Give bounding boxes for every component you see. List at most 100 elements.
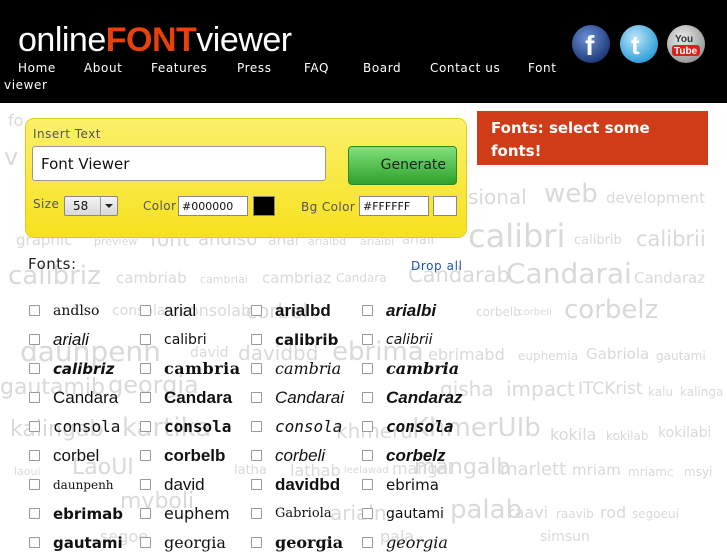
checkbox[interactable] <box>29 508 40 519</box>
cloud-tag[interactable]: raavi <box>508 503 548 522</box>
preview-text-input[interactable] <box>32 146 326 181</box>
cloud-tag[interactable]: kokilabi <box>658 425 711 441</box>
nav-faq[interactable]: FAQ <box>304 60 329 76</box>
checkbox[interactable] <box>362 479 373 490</box>
insert-text-label: Insert Text <box>33 127 102 141</box>
cloud-tag[interactable]: raavib <box>556 507 594 521</box>
checkbox[interactable] <box>29 334 40 345</box>
nav-font-viewer-1[interactable]: Font <box>528 60 557 76</box>
cloud-tag[interactable]: mriam <box>572 461 621 479</box>
cloud-tag[interactable]: kalinga <box>680 385 723 399</box>
cloud-tag[interactable]: Candara <box>336 271 387 285</box>
cloud-tag[interactable]: cambriaz <box>262 269 331 287</box>
cloud-tag[interactable]: v <box>4 143 18 171</box>
cloud-tag[interactable]: euphemia <box>518 349 578 363</box>
checkbox[interactable] <box>362 508 373 519</box>
nav-about[interactable]: About <box>84 60 122 76</box>
checkbox[interactable] <box>251 508 262 519</box>
checkbox[interactable] <box>29 479 40 490</box>
cloud-tag[interactable]: marlett <box>500 459 566 480</box>
cloud-tag[interactable]: kokilab <box>606 429 648 443</box>
checkbox[interactable] <box>362 537 373 548</box>
cloud-tag[interactable]: calibri <box>468 217 565 255</box>
cloud-tag[interactable]: fo <box>8 111 23 130</box>
checkbox[interactable] <box>251 537 262 548</box>
nav-font-viewer-2[interactable]: viewer <box>4 77 48 93</box>
checkbox[interactable] <box>140 508 151 519</box>
checkbox[interactable] <box>140 363 151 374</box>
twitter-icon[interactable]: t <box>618 24 660 64</box>
site-logo[interactable]: onlineFONTviewer <box>18 20 292 60</box>
checkbox[interactable] <box>140 537 151 548</box>
facebook-icon[interactable]: f <box>570 24 612 64</box>
color-swatch[interactable] <box>253 196 275 216</box>
cloud-tag[interactable]: web <box>544 179 598 209</box>
youtube-icon[interactable]: You Tube <box>665 24 707 64</box>
cloud-tag[interactable]: gautami <box>656 349 706 363</box>
cloud-tag[interactable]: rod <box>600 503 626 522</box>
cloud-tag[interactable]: corbelb <box>476 305 521 319</box>
color-input[interactable] <box>178 196 248 216</box>
checkbox[interactable] <box>362 305 373 316</box>
checkbox[interactable] <box>251 421 262 432</box>
checkbox[interactable] <box>251 363 262 374</box>
checkbox[interactable] <box>29 537 40 548</box>
bg-color-swatch[interactable] <box>433 196 457 216</box>
cloud-tag[interactable]: Gabriola <box>586 345 649 363</box>
cloud-tag[interactable]: impact <box>506 377 575 401</box>
cloud-tag[interactable]: simsun <box>540 529 590 545</box>
cloud-tag[interactable]: segoeui <box>632 507 679 521</box>
bg-color-input[interactable] <box>359 196 429 216</box>
font-name: arialbi <box>386 301 437 320</box>
checkbox[interactable] <box>140 479 151 490</box>
cloud-tag[interactable]: corbeli <box>518 307 552 318</box>
checkbox[interactable] <box>362 334 373 345</box>
font-name: davidbd <box>275 475 341 494</box>
checkbox[interactable] <box>29 450 40 461</box>
checkbox[interactable] <box>140 450 151 461</box>
cloud-tag[interactable]: Candarai <box>506 257 632 290</box>
checkbox[interactable] <box>29 363 40 374</box>
generate-button[interactable]: Generate <box>348 146 457 185</box>
nav-features[interactable]: Features <box>151 60 207 76</box>
cloud-tag[interactable]: cambriai <box>200 273 248 286</box>
cloud-tag[interactable]: mriamc <box>628 465 674 479</box>
cloud-tag[interactable]: laoui <box>14 465 41 478</box>
cloud-tag[interactable]: cambriab <box>116 269 187 287</box>
checkbox[interactable] <box>251 305 262 316</box>
cloud-tag[interactable]: kokila <box>550 425 596 444</box>
cloud-tag[interactable]: kalu <box>648 385 673 399</box>
size-select[interactable]: 58 <box>64 196 118 216</box>
checkbox[interactable] <box>362 450 373 461</box>
checkbox[interactable] <box>251 450 262 461</box>
checkbox[interactable] <box>362 392 373 403</box>
cloud-tag[interactable]: msyi <box>684 465 712 479</box>
cloud-tag[interactable]: corbelz <box>564 295 658 325</box>
banner-line-2: fonts! <box>491 142 542 160</box>
nav-contact[interactable]: Contact us <box>430 60 500 76</box>
cloud-tag[interactable]: sional <box>468 185 527 209</box>
cloud-tag[interactable]: Candaraz <box>634 269 705 287</box>
checkbox[interactable] <box>251 479 262 490</box>
checkbox[interactable] <box>362 421 373 432</box>
drop-all-link[interactable]: Drop all <box>411 259 463 273</box>
checkbox[interactable] <box>251 392 262 403</box>
checkbox[interactable] <box>140 392 151 403</box>
checkbox[interactable] <box>140 421 151 432</box>
nav-home[interactable]: Home <box>18 60 56 76</box>
cloud-tag[interactable]: calibrib <box>574 233 622 248</box>
checkbox[interactable] <box>29 305 40 316</box>
checkbox[interactable] <box>140 334 151 345</box>
select-fonts-banner: Fonts: select some fonts! <box>477 111 708 165</box>
checkbox[interactable] <box>251 334 262 345</box>
checkbox[interactable] <box>140 305 151 316</box>
nav-press[interactable]: Press <box>237 60 272 76</box>
cloud-tag[interactable]: ITCKrist <box>578 379 643 399</box>
checkbox[interactable] <box>29 392 40 403</box>
checkbox[interactable] <box>362 363 373 374</box>
font-name: gautami <box>53 534 123 552</box>
cloud-tag[interactable]: development <box>606 189 705 207</box>
checkbox[interactable] <box>29 421 40 432</box>
cloud-tag[interactable]: calibrii <box>636 227 706 251</box>
nav-board[interactable]: Board <box>363 60 401 76</box>
